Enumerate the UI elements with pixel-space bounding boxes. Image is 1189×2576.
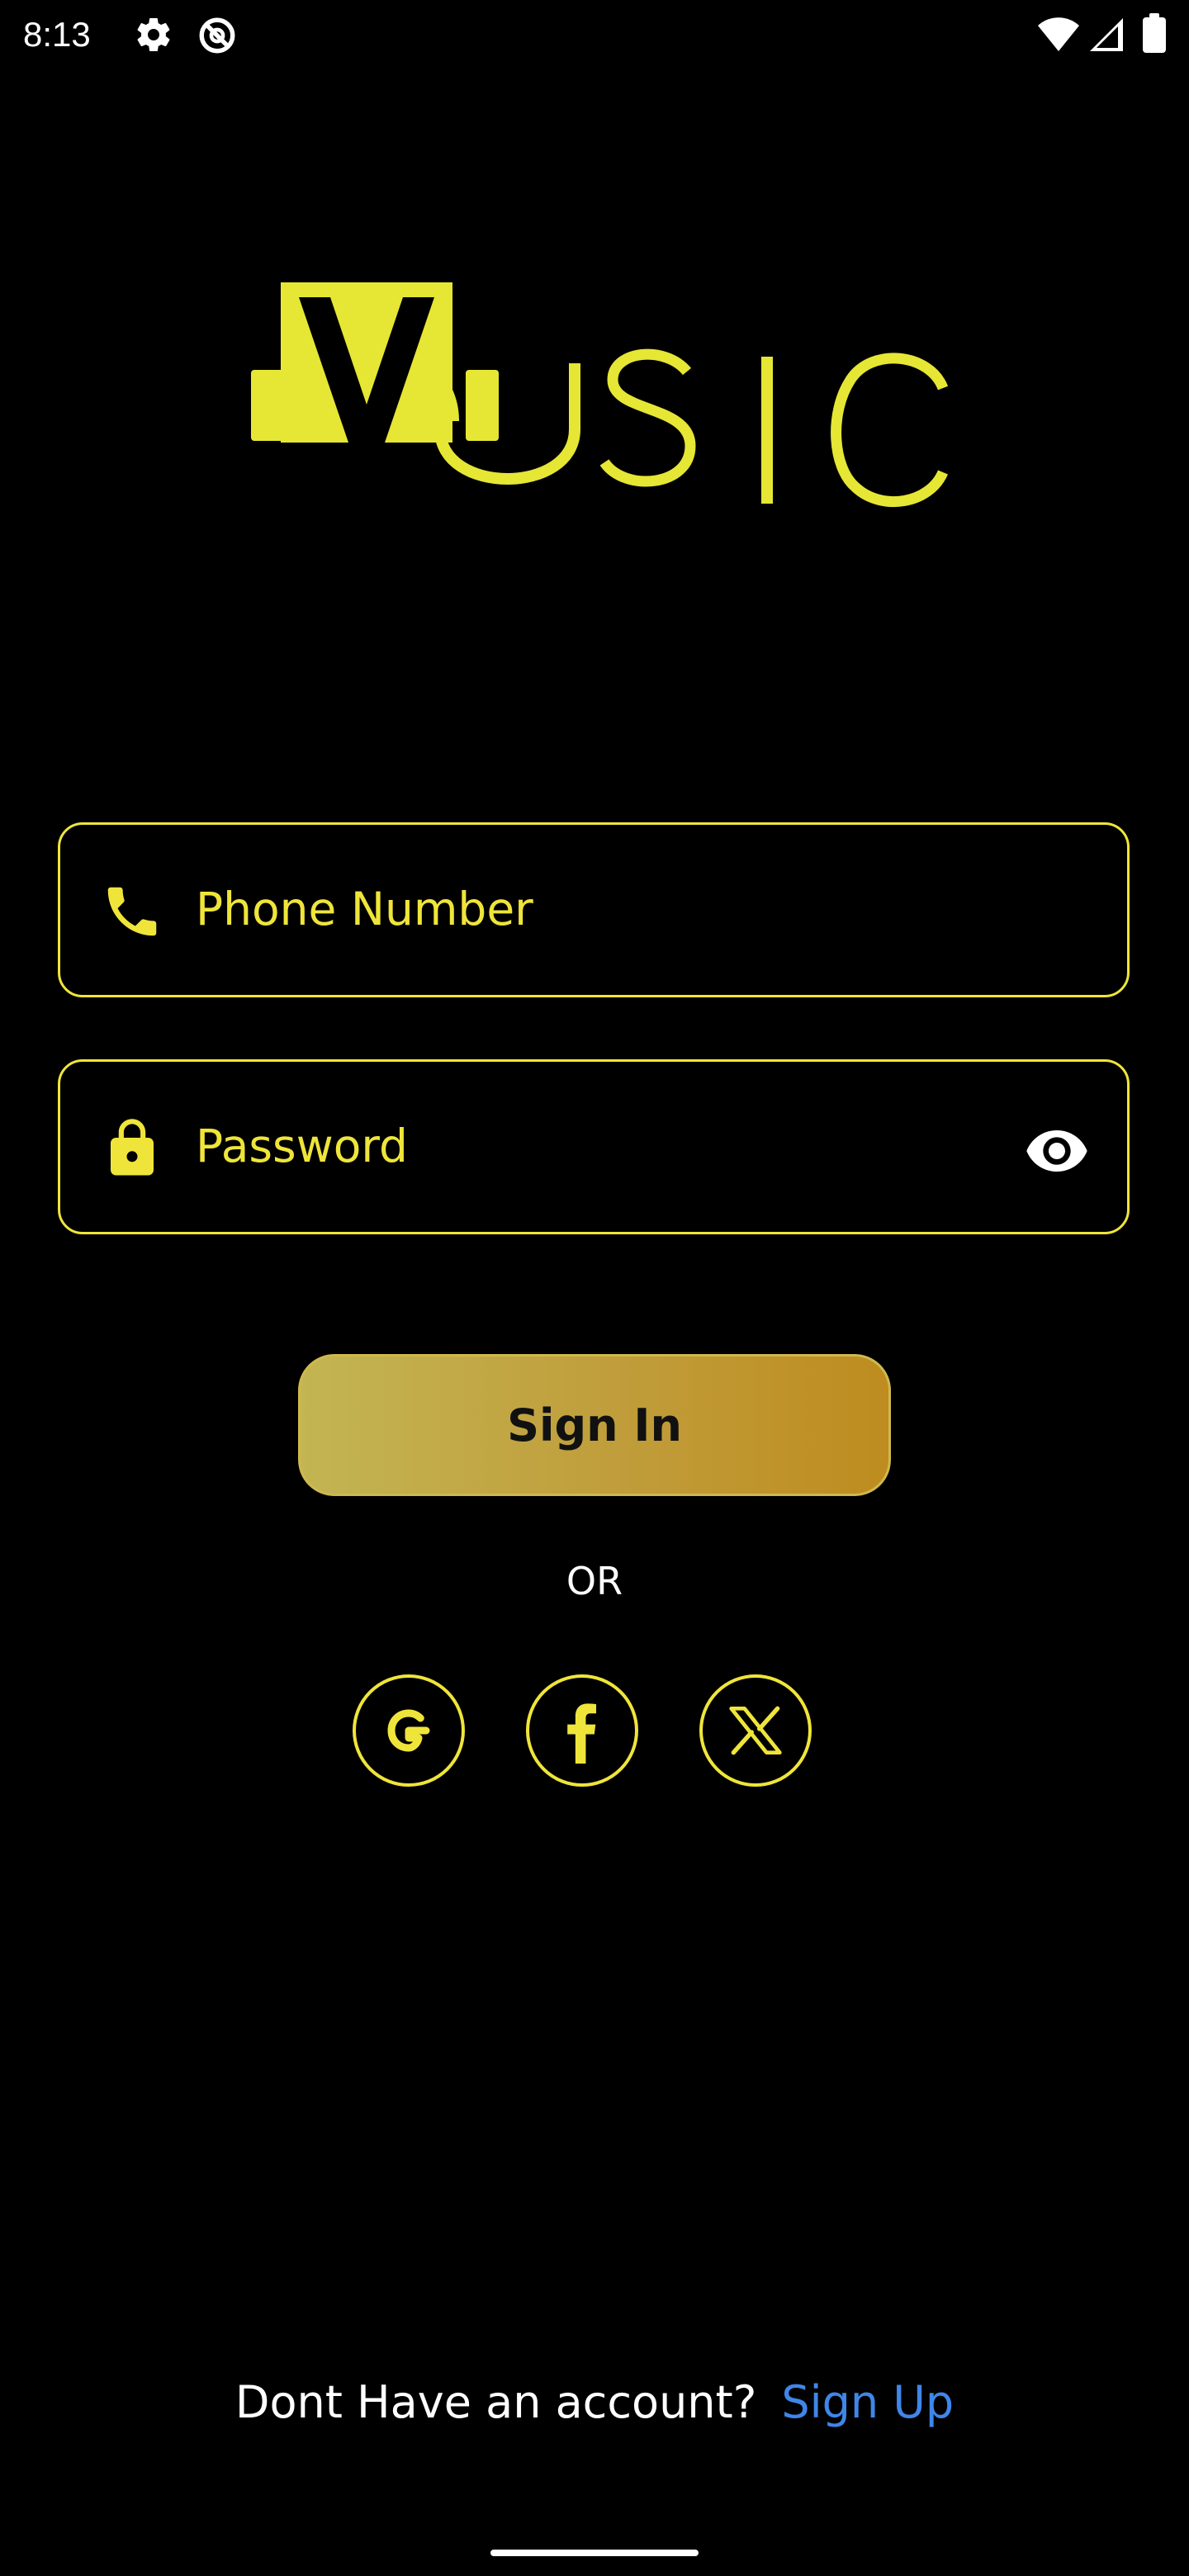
- signup-prompt: Dont Have an account? Sign Up: [0, 2370, 1189, 2436]
- cell-signal-icon: [1088, 17, 1125, 56]
- phone-icon: [100, 879, 164, 944]
- signup-prompt-text: Dont Have an account?: [234, 2376, 757, 2428]
- settings-icon: [134, 15, 173, 54]
- music-logo: [244, 281, 949, 512]
- facebook-sign-in-button[interactable]: [526, 1674, 638, 1787]
- battery-icon: [1143, 13, 1166, 53]
- facebook-icon: [552, 1698, 612, 1764]
- status-bar: 8:13: [0, 0, 1189, 69]
- sign-in-button[interactable]: Sign In: [298, 1354, 891, 1496]
- status-time: 8:13: [23, 15, 91, 54]
- lock-icon: [100, 1116, 164, 1181]
- wifi-icon: [1037, 17, 1080, 56]
- x-icon: [729, 1706, 782, 1755]
- x-sign-in-button[interactable]: [699, 1674, 812, 1787]
- or-divider-label: OR: [566, 1559, 623, 1603]
- google-sign-in-button[interactable]: [353, 1674, 465, 1787]
- sign-in-label: Sign In: [507, 1399, 682, 1451]
- home-indicator[interactable]: [490, 2550, 699, 2556]
- eye-icon[interactable]: [1020, 1118, 1094, 1184]
- google-icon: [379, 1701, 438, 1760]
- phone-field[interactable]: [58, 822, 1130, 997]
- password-field[interactable]: [58, 1059, 1130, 1234]
- password-input[interactable]: [196, 1103, 1021, 1189]
- sign-up-link[interactable]: Sign Up: [781, 2376, 954, 2428]
- phone-input[interactable]: [196, 866, 1021, 952]
- do-not-disturb-icon: [197, 15, 238, 54]
